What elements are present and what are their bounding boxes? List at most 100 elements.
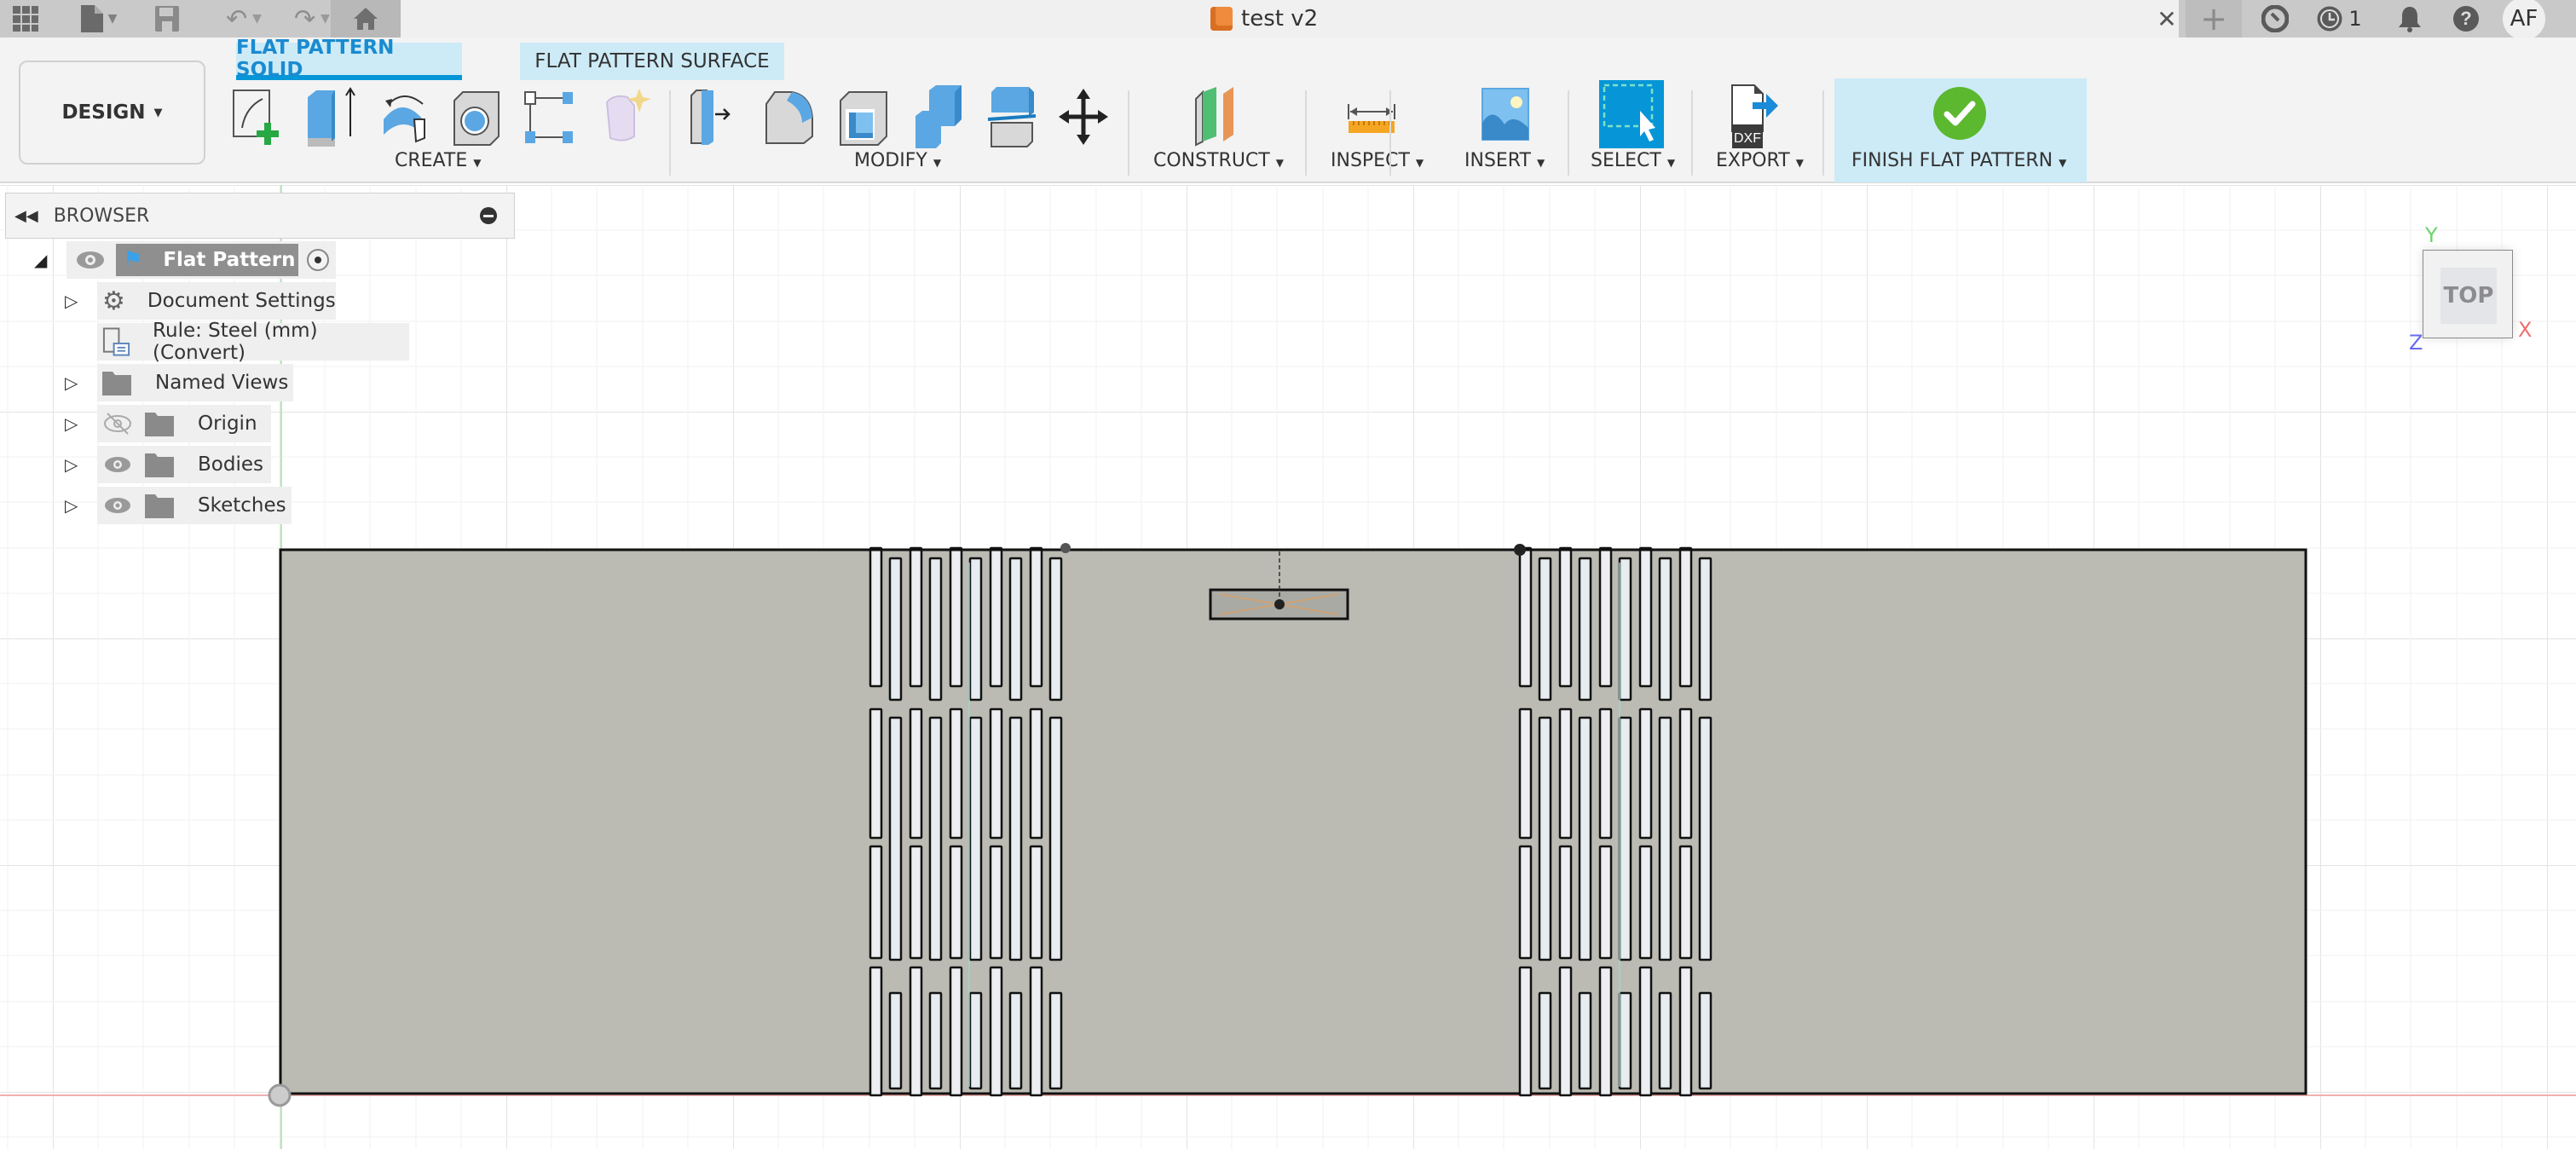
measure-icon[interactable] [1343,85,1400,148]
extrude-icon[interactable] [303,85,359,148]
flat-pattern-body[interactable] [279,543,2307,1097]
new-tab-button[interactable]: + [2186,0,2242,38]
relief-slot [1618,716,1632,961]
export-dxf-icon[interactable]: DXF [1727,82,1792,150]
tree-item-rule[interactable]: Rule: Steel (mm) (Convert) [97,320,409,364]
eye-icon[interactable] [102,493,133,518]
expand-triangle-icon[interactable]: ▷ [65,291,97,311]
combine-icon[interactable] [910,85,967,148]
job-status-button[interactable]: 1 [2305,0,2373,38]
relief-slot [909,845,923,960]
relief-slot [989,966,1003,1097]
relief-slot [1658,557,1672,702]
split-body-icon[interactable] [985,85,1041,148]
export-menu[interactable]: EXPORT ▼ [1716,150,1804,171]
relief-slot [1558,845,1573,960]
chevron-down-icon: ▼ [1536,157,1545,169]
tab-flat-pattern-surface[interactable]: FLAT PATTERN SURFACE [520,43,784,80]
check-icon [1933,87,1986,140]
save-button[interactable] [142,0,193,38]
grid-menu-icon[interactable] [0,0,51,38]
document-tab[interactable]: test v2 [1210,0,1318,38]
chevron-down-icon: ▼ [1275,157,1284,169]
eye-icon[interactable] [102,452,133,477]
relief-slot [1558,966,1573,1097]
file-menu-button[interactable]: ▼ [65,0,133,38]
relief-slot [928,557,943,702]
tree-root-flat-pattern[interactable]: ◢ ⚑ Flat Pattern [34,241,336,279]
revolve-icon[interactable] [375,85,431,148]
workspace-label: DESIGN [61,101,146,124]
chevron-down-icon: ▼ [933,157,942,169]
separator [1128,90,1129,176]
chevron-down-icon: ▼ [2059,157,2067,169]
home-button[interactable] [331,0,401,38]
select-icon[interactable] [1599,80,1664,148]
tree-item-named-views[interactable]: ▷ Named Views [65,364,293,401]
insert-label: INSERT [1464,150,1531,171]
separator [1691,90,1693,176]
redo-icon: ↷ [294,3,316,34]
tree-item-label: Document Settings [147,290,336,312]
file-icon [80,5,103,32]
separator [669,90,671,176]
help-button[interactable]: ? [2438,0,2494,38]
tree-item-document-settings[interactable]: ▷ ⚙ Document Settings [65,282,336,320]
offset-plane-icon[interactable] [1189,85,1245,148]
finish-flat-pattern-menu[interactable]: FINISH FLAT PATTERN ▼ [1851,150,2066,171]
pin-icon[interactable] [480,207,497,224]
fillet-icon[interactable] [761,85,817,148]
expand-triangle-icon[interactable]: ▷ [65,454,97,475]
select-menu[interactable]: SELECT ▼ [1591,150,1675,171]
modify-menu[interactable]: MODIFY ▼ [854,150,941,171]
gear-icon: ⚙ [102,286,125,316]
collapse-triangle-icon[interactable]: ◢ [34,250,66,270]
shell-icon[interactable] [835,85,892,148]
undo-button[interactable]: ↶ ▼ [210,0,278,38]
insert-image-icon[interactable] [1477,85,1533,148]
workspace-switcher[interactable]: DESIGN ▼ [19,61,205,165]
eye-icon[interactable] [73,245,111,274]
user-avatar[interactable]: AF [2503,0,2545,40]
help-icon: ? [2453,6,2479,32]
account-toolbar: + 1 ? AF [2179,0,2576,40]
relief-slot [1638,707,1653,840]
relief-slot [1518,966,1533,1097]
relief-slot [1678,966,1693,1097]
eye-hidden-icon[interactable] [102,411,133,436]
design-file-icon [1210,7,1233,31]
construct-menu[interactable]: CONSTRUCT ▼ [1153,150,1284,171]
relief-slot [1618,557,1632,702]
inspect-menu[interactable]: INSPECT ▼ [1331,150,1424,171]
tree-item-bodies[interactable]: ▷ Bodies [65,446,271,483]
create-form-icon[interactable] [597,85,653,148]
tab-flat-pattern-solid[interactable]: FLAT PATTERN SOLID [236,37,462,81]
origin-point[interactable] [268,1083,292,1107]
relief-slot [1558,707,1573,840]
rectangular-pattern-icon[interactable] [522,85,578,148]
press-pull-icon[interactable] [686,85,742,148]
expand-triangle-icon[interactable]: ▷ [65,495,97,516]
relief-slot [1029,966,1043,1097]
notifications-button[interactable] [2382,0,2438,38]
relief-slot [1598,707,1613,840]
view-cube-face-top[interactable]: TOP [2440,268,2497,324]
expand-triangle-icon[interactable]: ▷ [65,413,97,434]
relief-slot [1638,966,1653,1097]
view-cube[interactable]: TOP [2423,250,2513,338]
create-sketch-icon[interactable] [230,85,286,148]
collapse-browser-icon[interactable]: ◀◀ [14,207,38,225]
tree-item-sketches[interactable]: ▷ Sketches [65,487,292,524]
tree-root-label: Flat Pattern [163,249,296,271]
relief-slot [949,845,963,960]
extensions-button[interactable] [2245,0,2305,38]
move-copy-icon[interactable] [1055,85,1112,148]
hole-icon[interactable] [448,85,504,148]
create-menu[interactable]: CREATE ▼ [395,150,481,171]
relief-slot [869,845,883,960]
insert-menu[interactable]: INSERT ▼ [1464,150,1545,171]
tree-item-origin[interactable]: ▷ Origin [65,405,271,442]
expand-triangle-icon[interactable]: ▷ [65,372,97,393]
modify-label: MODIFY [854,150,927,171]
activate-radio-icon[interactable] [305,247,331,273]
